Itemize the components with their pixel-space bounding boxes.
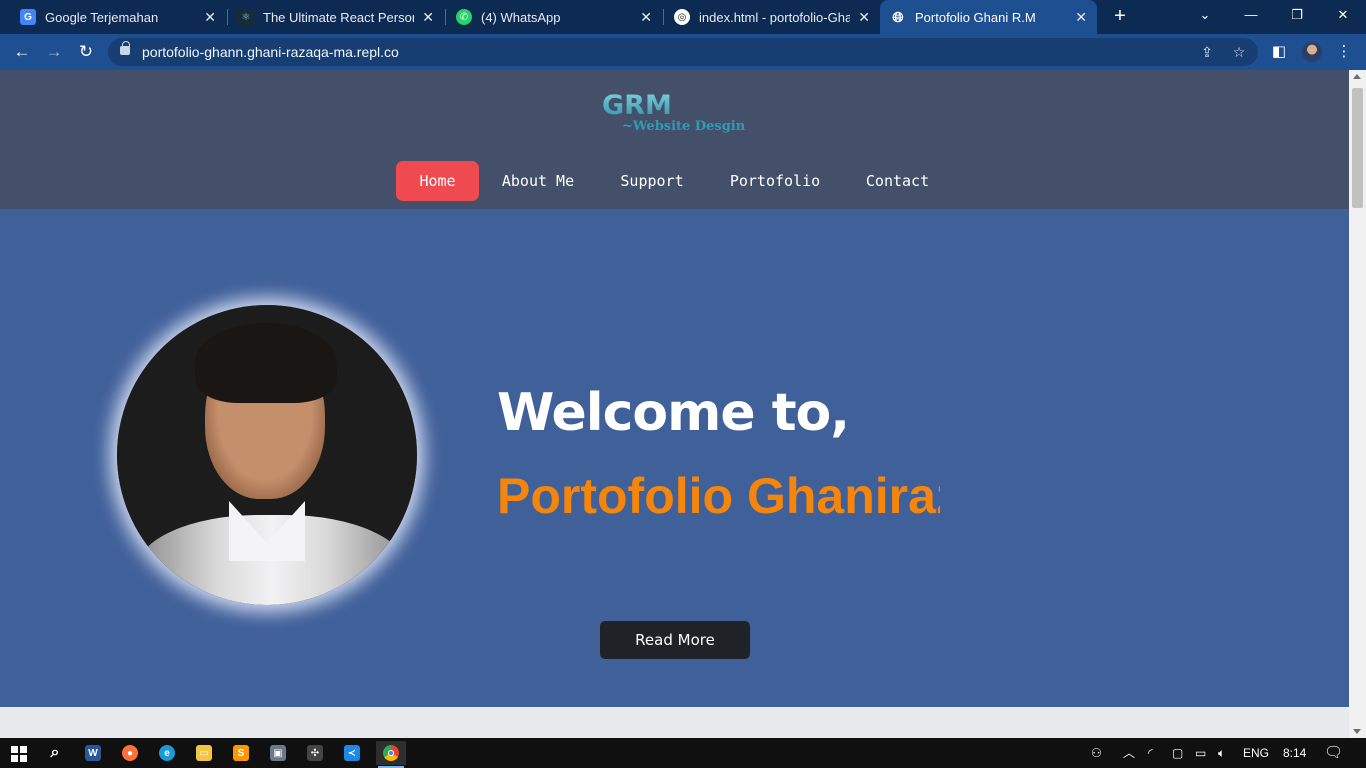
tab-title: Portofolio Ghani R.M bbox=[915, 9, 1036, 25]
notifications-icon[interactable]: 🗨︎ bbox=[1324, 738, 1343, 768]
close-tab-icon[interactable]: ✕ bbox=[204, 9, 216, 26]
battery-icon[interactable]: ▭ bbox=[1195, 738, 1206, 768]
close-window-button[interactable]: ✕ bbox=[1320, 0, 1366, 30]
forward-button[interactable]: → bbox=[42, 40, 66, 64]
network-tool-icon[interactable]: ✣ bbox=[302, 741, 328, 765]
firefox-icon[interactable]: ● bbox=[117, 741, 143, 765]
back-button[interactable]: ← bbox=[10, 40, 34, 64]
hero-section: Welcome to, Portofolio Ghaniraz Read Mor… bbox=[0, 209, 1349, 707]
show-hidden-icons-chevron-icon[interactable]: ︿ bbox=[1123, 738, 1135, 768]
lock-icon[interactable] bbox=[120, 41, 130, 55]
whatsapp-icon: ✆ bbox=[456, 9, 472, 25]
logo-tagline: ~Website Desgin bbox=[622, 119, 746, 134]
meet-now-icon[interactable]: ▢ bbox=[1172, 738, 1183, 768]
tab-search-chevron-icon[interactable]: ⌄ bbox=[1182, 0, 1228, 30]
url-text[interactable]: portofolio-ghann.ghani-razaqa-ma.repl.co bbox=[142, 44, 399, 60]
replit-icon: ◎ bbox=[674, 9, 690, 25]
nav-support[interactable]: Support bbox=[612, 161, 692, 201]
main-nav: Home About Me Support Portofolio Contact bbox=[0, 161, 1349, 201]
profile-avatar[interactable] bbox=[1302, 42, 1322, 62]
reload-button[interactable]: ↻ bbox=[74, 40, 98, 64]
tab-portofolio-active[interactable]: 🌐︎ Portofolio Ghani R.M ✕ bbox=[880, 0, 1097, 34]
site-header: GRM ~Website Desgin Home About Me Suppor… bbox=[0, 70, 1349, 209]
people-icon[interactable]: ⚇ bbox=[1091, 738, 1102, 768]
remote-desktop-icon[interactable]: ▣ bbox=[265, 741, 291, 765]
close-tab-icon[interactable]: ✕ bbox=[858, 9, 870, 26]
nav-home[interactable]: Home bbox=[396, 161, 479, 201]
share-icon[interactable]: ⇪ bbox=[1197, 42, 1217, 62]
react-icon: ⚛ bbox=[238, 9, 254, 25]
file-explorer-icon[interactable]: ▭ bbox=[191, 741, 217, 765]
tab-title: (4) WhatsApp bbox=[481, 9, 561, 25]
google-translate-icon: G bbox=[20, 9, 36, 25]
windows-taskbar: ⌕ W ● e ▭ S ▣ ✣ ≺ ⚇ ︿ ◜ ▢ ▭ 🔈︎ ENG 8:14 … bbox=[0, 738, 1366, 768]
side-panel-icon[interactable]: ◧ bbox=[1267, 40, 1291, 64]
clock[interactable]: 8:14 bbox=[1283, 738, 1306, 768]
logo-text: GRM bbox=[602, 90, 672, 121]
hero-welcome-heading: Welcome to, bbox=[497, 383, 850, 443]
word-icon[interactable]: W bbox=[80, 741, 106, 765]
tab-google-translate[interactable]: G Google Terjemahan ✕ bbox=[10, 0, 226, 34]
tab-replit[interactable]: ◎ index.html - portofolio-Ghan ✕ bbox=[664, 0, 880, 34]
close-tab-icon[interactable]: ✕ bbox=[640, 9, 652, 26]
nav-contact[interactable]: Contact bbox=[857, 161, 938, 201]
browser-tab-strip: G Google Terjemahan ✕ ⚛ The Ultimate Rea… bbox=[0, 0, 1366, 34]
scrollbar-thumb[interactable] bbox=[1352, 88, 1363, 208]
scroll-down-arrow-icon[interactable] bbox=[1353, 729, 1361, 734]
browser-toolbar: ← → ↻ portofolio-ghann.ghani-razaqa-ma.r… bbox=[0, 34, 1366, 70]
chrome-icon[interactable] bbox=[376, 741, 406, 768]
close-tab-icon[interactable]: ✕ bbox=[422, 9, 434, 26]
page-scrollbar[interactable] bbox=[1349, 70, 1366, 738]
tab-title: Google Terjemahan bbox=[45, 9, 159, 25]
more-menu-icon[interactable]: ⋮ bbox=[1332, 40, 1356, 64]
nav-portofolio[interactable]: Portofolio bbox=[721, 161, 829, 201]
read-more-button[interactable]: Read More bbox=[600, 621, 750, 659]
volume-icon[interactable]: 🔈︎ bbox=[1218, 738, 1225, 768]
tab-title: The Ultimate React Personal P bbox=[263, 9, 414, 25]
wifi-icon[interactable]: ◜ bbox=[1148, 738, 1153, 768]
tab-react-personal[interactable]: ⚛ The Ultimate React Personal P ✕ bbox=[228, 0, 444, 34]
hero-typed-title: Portofolio Ghaniraz bbox=[497, 468, 940, 524]
photo-hair bbox=[195, 323, 337, 403]
tab-title: index.html - portofolio-Ghan bbox=[699, 9, 851, 25]
page-viewport: GRM ~Website Desgin Home About Me Suppor… bbox=[0, 70, 1349, 738]
site-logo[interactable]: GRM ~Website Desgin bbox=[602, 88, 762, 138]
tab-whatsapp[interactable]: ✆ (4) WhatsApp ✕ bbox=[446, 0, 662, 34]
close-tab-icon[interactable]: ✕ bbox=[1075, 9, 1087, 26]
new-tab-button[interactable]: + bbox=[1108, 5, 1132, 29]
windows-start-icon[interactable] bbox=[11, 746, 27, 762]
restore-button[interactable]: ❐ bbox=[1274, 0, 1320, 30]
vscode-icon[interactable]: ≺ bbox=[339, 741, 365, 765]
bookmark-star-icon[interactable]: ☆ bbox=[1229, 42, 1249, 62]
globe-icon: 🌐︎ bbox=[892, 8, 904, 25]
language-indicator[interactable]: ENG bbox=[1243, 738, 1269, 768]
sublime-text-icon[interactable]: S bbox=[228, 741, 254, 765]
search-icon[interactable]: ⌕ bbox=[42, 741, 68, 765]
minimize-button[interactable]: — bbox=[1228, 0, 1274, 30]
edge-icon[interactable]: e bbox=[154, 741, 180, 765]
address-bar[interactable]: portofolio-ghann.ghani-razaqa-ma.repl.co… bbox=[108, 38, 1258, 66]
nav-about-me[interactable]: About Me bbox=[493, 161, 583, 201]
scroll-up-arrow-icon[interactable] bbox=[1353, 74, 1361, 79]
profile-photo bbox=[117, 305, 417, 605]
